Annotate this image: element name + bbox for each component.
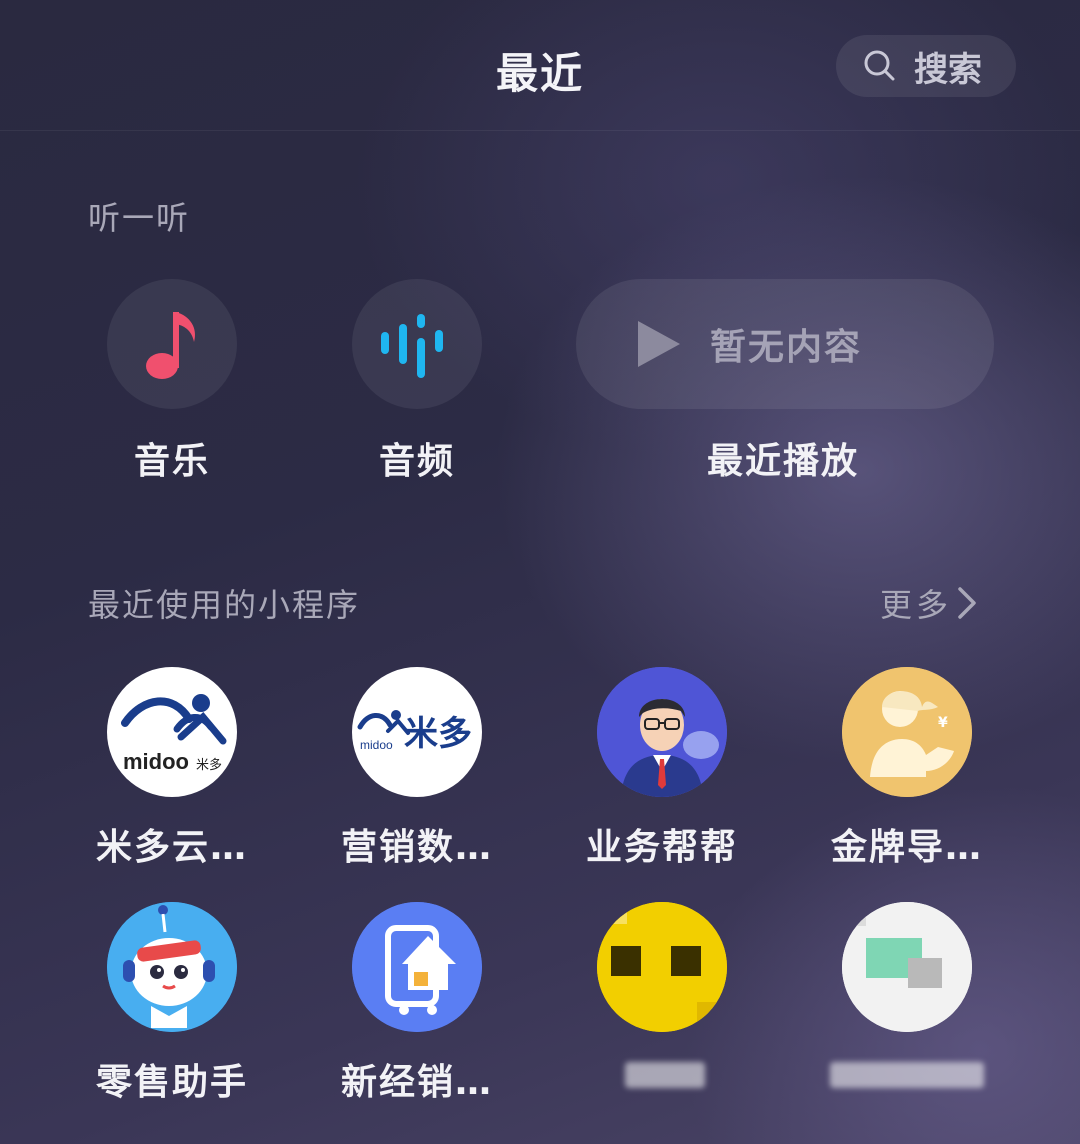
play-icon <box>638 321 680 367</box>
empty-content-text: 暂无内容 <box>710 327 863 368</box>
gold-guide-app-icon[interactable]: ¥ <box>842 667 972 797</box>
search-label: 搜索 <box>914 49 982 90</box>
app-label-3: 业务帮帮 <box>585 827 738 868</box>
music-note-icon <box>146 312 196 379</box>
audio-button[interactable] <box>352 279 482 409</box>
header-divider <box>0 130 1080 131</box>
music-button[interactable] <box>107 279 237 409</box>
shopping-guide-icon: ¥ <box>842 667 972 797</box>
search-button[interactable]: 搜索 <box>836 35 1016 97</box>
music-label: 音乐 <box>133 441 210 482</box>
more-link[interactable]: 更多 <box>880 580 978 626</box>
svg-text:米多: 米多 <box>196 757 222 773</box>
retail-assistant-app-icon[interactable] <box>107 902 237 1032</box>
recent-playback-card[interactable]: 暂无内容 <box>576 279 994 409</box>
svg-text:米多: 米多 <box>404 714 472 754</box>
more-label: 更多 <box>880 586 953 624</box>
svg-text:¥: ¥ <box>938 715 948 731</box>
censored-app-label-2 <box>830 1062 984 1088</box>
audio-label: 音频 <box>378 441 455 482</box>
pixelated-icon <box>597 902 727 1032</box>
businessman-avatar-icon <box>597 667 727 797</box>
midoo-brand-icon: midoo 米多 <box>357 710 472 754</box>
audio-wave-icon <box>381 314 443 378</box>
app-label-1: 米多云… <box>95 827 248 868</box>
svg-text:midoo: midoo <box>360 738 393 752</box>
recent-playback-label: 最近播放 <box>706 441 859 482</box>
mini-programs-section-title: 最近使用的小程序 <box>88 586 361 624</box>
app-label-4: 金牌导… <box>830 827 983 868</box>
app-label-6: 新经销… <box>340 1062 493 1103</box>
pixelated-icon <box>842 902 972 1032</box>
listen-section-title: 听一听 <box>88 199 191 237</box>
marketing-data-app-icon[interactable]: midoo 米多 <box>352 667 482 797</box>
robot-mascot-icon <box>107 902 237 1032</box>
business-helper-app-icon[interactable] <box>597 667 727 797</box>
midoo-logo-icon: midoo 米多 <box>121 694 227 774</box>
chevron-right-icon <box>958 587 976 619</box>
new-distribution-app-icon[interactable] <box>352 902 482 1032</box>
midoo-cloud-app-icon[interactable]: midoo 米多 <box>107 667 237 797</box>
svg-text:midoo: midoo <box>123 749 189 774</box>
censored-app-icon-2[interactable] <box>842 902 972 1032</box>
phone-house-icon <box>352 902 482 1032</box>
search-icon <box>864 50 895 81</box>
censored-app-icon-1[interactable] <box>597 902 727 1032</box>
app-label-5: 零售助手 <box>95 1062 248 1103</box>
app-label-2: 营销数… <box>340 827 493 868</box>
censored-app-label-1 <box>625 1062 705 1088</box>
